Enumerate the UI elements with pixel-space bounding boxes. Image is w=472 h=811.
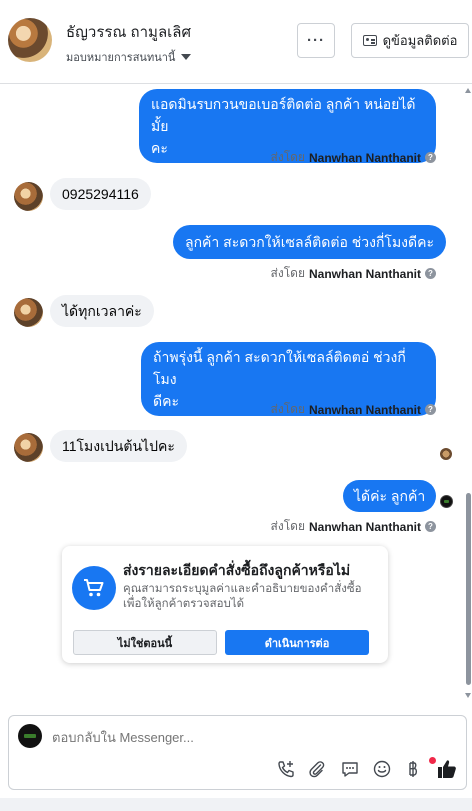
incoming-message: ได้ทุกเวลาค่ะ (50, 295, 154, 327)
thumbs-up-icon[interactable] (436, 758, 458, 780)
conversation-header: ธัญวรรณ ถามูลเลิศ มอบหมายการสนทนานี้ ···… (0, 0, 472, 84)
more-options-button[interactable]: ··· (297, 23, 335, 58)
seen-indicator-avatar (440, 495, 453, 508)
sent-by-label: ส่งโดย Nanwhan Nanthanit ? (271, 148, 436, 167)
add-call-icon[interactable] (275, 758, 297, 780)
outgoing-message: ลูกค้า สะดวกให้เซลล์ติดต่อ ช่วงกี่โมงดีค… (173, 225, 446, 259)
outgoing-message: ได้ค่ะ ลูกค้า (343, 480, 437, 512)
scroll-down-arrow-icon[interactable] (465, 693, 471, 698)
sender-name: Nanwhan Nanthanit (308, 266, 421, 281)
sent-by-prefix: ส่งโดย (270, 519, 305, 533)
cart-icon (72, 566, 116, 610)
view-contact-info-label: ดูข้อมูลติดต่อ (382, 33, 458, 48)
message-text-line: แอดมินรบกวนขอเบอร์ติดต่อ ลูกค้า หน่อยได้… (151, 96, 416, 134)
contact-avatar-small (14, 433, 43, 462)
assign-conversation-label: มอบหมายการสนทนานี้ (66, 52, 176, 64)
sender-name: Nanwhan Nanthanit (308, 402, 421, 417)
not-now-button[interactable]: ไม่ใช่ตอนนี้ (73, 630, 217, 655)
order-details-prompt: ส่งรายละเอียดคำสั่งซื้อถึงลูกค้าหรือไม่ … (62, 546, 388, 663)
sent-by-prefix: ส่งโดย (270, 266, 305, 280)
attachment-icon[interactable] (306, 758, 328, 780)
contact-avatar-small (14, 182, 43, 211)
incoming-message: 11โมงเปนต้นไปคะ (50, 430, 187, 462)
view-contact-info-button[interactable]: ดูข้อมูลติดต่อ (351, 23, 469, 58)
contact-avatar[interactable] (8, 18, 52, 62)
reply-composer (8, 715, 467, 790)
sent-by-label: ส่งโดย Nanwhan Nanthanit ? (271, 400, 436, 419)
help-icon[interactable]: ? (425, 404, 436, 415)
contact-card-icon (362, 35, 377, 46)
assign-conversation-dropdown[interactable]: มอบหมายการสนทนานี้ (66, 48, 192, 66)
order-prompt-description: คุณสามารถระบุมูลค่าและคำอธิบายของคำสั่งซ… (123, 583, 362, 610)
emoji-icon[interactable] (371, 758, 393, 780)
sent-by-prefix: ส่งโดย (270, 402, 305, 416)
sender-name: Nanwhan Nanthanit (308, 519, 421, 534)
scrollbar-thumb[interactable] (466, 493, 471, 685)
message-text-line: ถ้าพรุ่งนี้ ลูกค้า สะดวกให้เซลล์ติดตอ่ ช… (153, 349, 406, 387)
page-avatar (18, 724, 42, 748)
saved-reply-icon[interactable] (339, 758, 361, 780)
help-icon[interactable]: ? (425, 268, 436, 279)
sent-by-label: ส่งโดย Nanwhan Nanthanit ? (271, 517, 436, 536)
scroll-up-arrow-icon[interactable] (465, 88, 471, 93)
sent-by-label: ส่งโดย Nanwhan Nanthanit ? (271, 264, 436, 283)
footer-strip (0, 798, 472, 811)
sent-by-prefix: ส่งโดย (270, 150, 305, 164)
sender-name: Nanwhan Nanthanit (308, 150, 421, 165)
continue-button[interactable]: ดำเนินการต่อ (225, 630, 369, 655)
contact-avatar-small (14, 298, 43, 327)
help-icon[interactable]: ? (425, 152, 436, 163)
seen-indicator-avatar (440, 448, 452, 460)
reply-input[interactable] (52, 730, 452, 745)
order-prompt-title: ส่งรายละเอียดคำสั่งซื้อถึงลูกค้าหรือไม่ (123, 562, 351, 578)
notification-dot (429, 757, 436, 764)
currency-icon[interactable] (402, 758, 424, 780)
help-icon[interactable]: ? (425, 521, 436, 532)
incoming-message: 0925294116 (50, 178, 151, 210)
chevron-down-icon (181, 54, 192, 60)
contact-name[interactable]: ธัญวรรณ ถามูลเลิศ (66, 20, 191, 44)
